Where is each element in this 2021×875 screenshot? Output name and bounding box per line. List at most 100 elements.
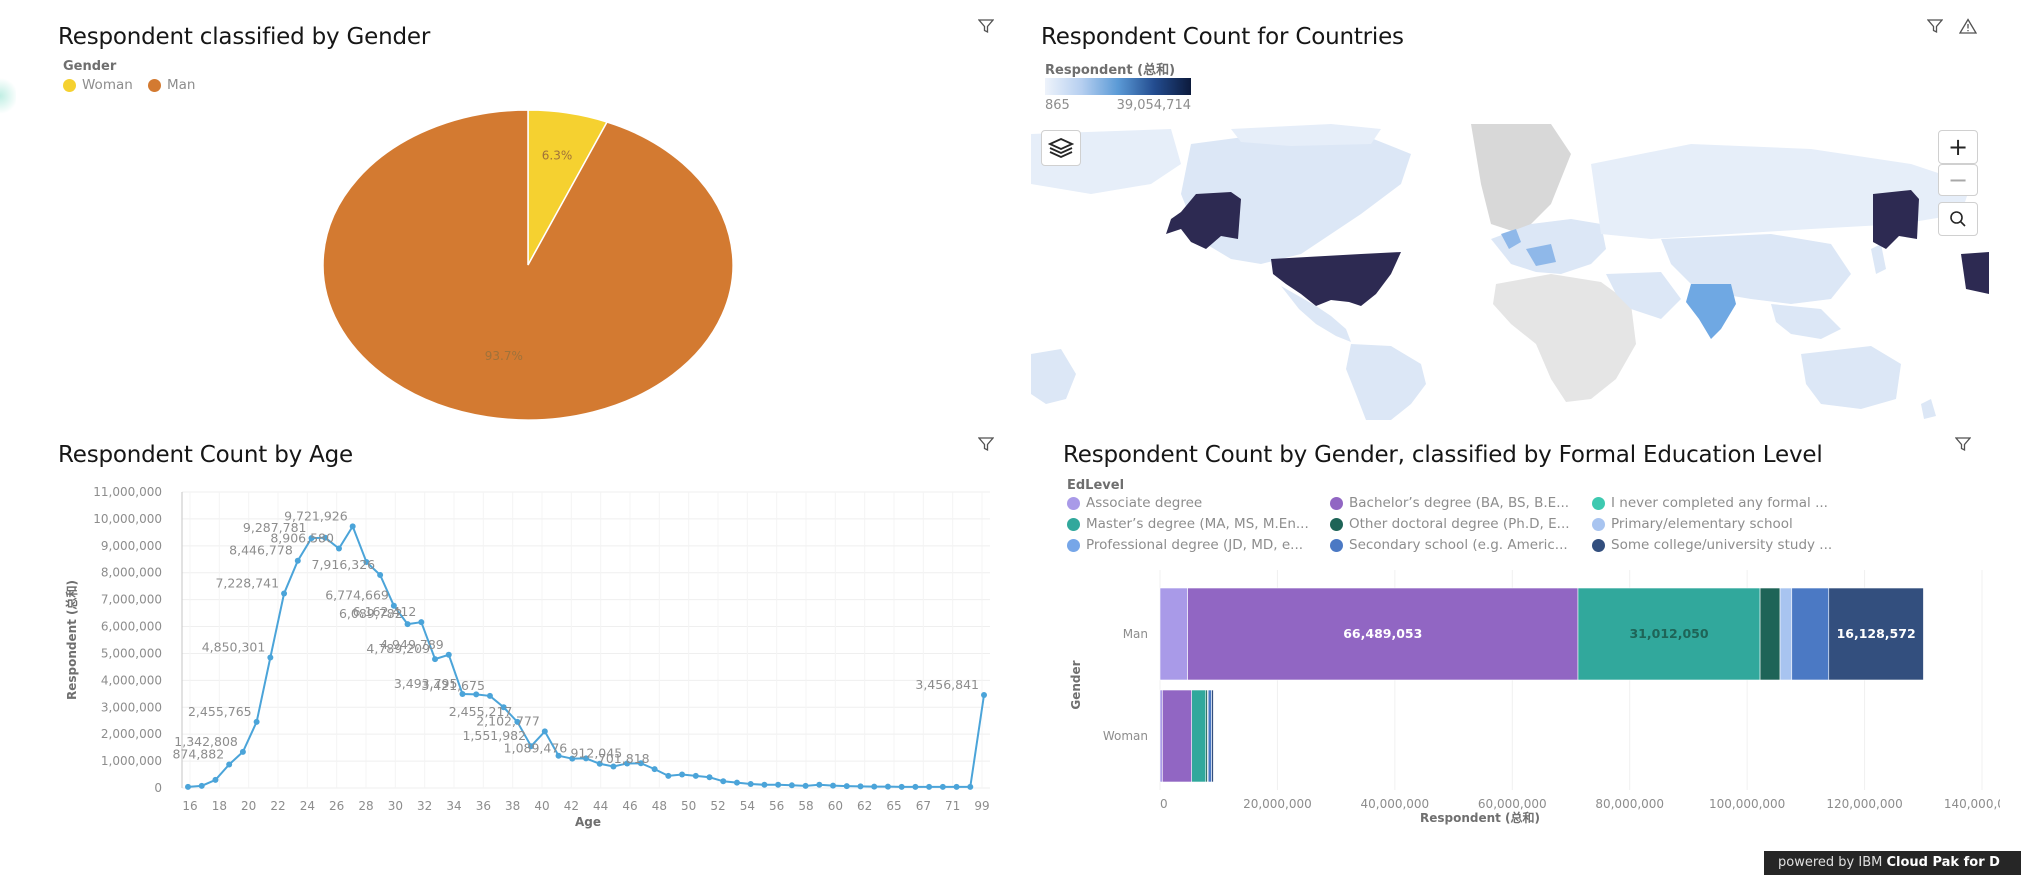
x-tick-label: 36 xyxy=(476,799,491,813)
legend-item-edlevel[interactable]: I never completed any formal ... xyxy=(1592,495,1828,511)
legend-item-edlevel[interactable]: Other doctoral degree (Ph.D, E... xyxy=(1330,516,1570,532)
age-data-point[interactable] xyxy=(830,782,837,789)
age-data-point[interactable] xyxy=(898,783,905,790)
age-data-point[interactable] xyxy=(926,783,933,790)
filter-icon[interactable] xyxy=(1954,436,1972,456)
age-data-point[interactable] xyxy=(226,761,233,768)
legend-swatch xyxy=(1067,517,1080,531)
footer-brand-product: Cloud Pak for D xyxy=(1886,855,2000,870)
filter-icon[interactable] xyxy=(977,18,995,38)
age-data-point[interactable] xyxy=(253,718,260,725)
age-data-point[interactable] xyxy=(967,783,974,790)
bar-segment[interactable] xyxy=(1779,587,1793,681)
age-data-point[interactable] xyxy=(706,774,713,781)
age-data-point[interactable] xyxy=(404,621,411,628)
age-data-point[interactable] xyxy=(377,571,384,578)
pie-slice-man[interactable] xyxy=(322,109,734,421)
age-data-point[interactable] xyxy=(816,781,823,788)
age-data-point[interactable] xyxy=(775,781,782,788)
bar-segment[interactable] xyxy=(1207,689,1212,783)
age-data-point[interactable] xyxy=(802,782,809,789)
gender-pie-title: Respondent classified by Gender xyxy=(58,24,431,50)
age-data-point[interactable] xyxy=(692,772,699,779)
age-data-label: 4,850,301 xyxy=(202,639,266,654)
legend-item-edlevel[interactable]: Associate degree xyxy=(1067,495,1202,511)
bar-segment[interactable] xyxy=(1162,689,1193,783)
age-data-point[interactable] xyxy=(747,780,754,787)
footer-brand-ibm: IBM xyxy=(1858,855,1887,870)
zoom-out-button[interactable]: − xyxy=(1938,164,1978,196)
layers-button[interactable] xyxy=(1041,130,1081,166)
legend-item-edlevel[interactable]: Secondary school (e.g. Americ... xyxy=(1330,537,1568,553)
age-data-label: 6,162,412 xyxy=(353,604,417,619)
legend-item-woman[interactable]: Woman xyxy=(63,77,133,93)
age-data-point[interactable] xyxy=(294,557,301,564)
legend-item-edlevel[interactable]: Professional degree (JD, MD, e... xyxy=(1067,537,1303,553)
y-axis-title: Gender xyxy=(1069,660,1083,709)
age-data-point[interactable] xyxy=(349,523,356,530)
legend-item-man[interactable]: Man xyxy=(148,77,195,93)
age-data-point[interactable] xyxy=(761,781,768,788)
bar-segment[interactable] xyxy=(1159,587,1188,681)
legend-swatch xyxy=(1592,538,1605,552)
side-handle[interactable] xyxy=(0,76,16,116)
x-tick-label: 40 xyxy=(534,799,549,813)
age-data-point[interactable] xyxy=(198,782,205,789)
age-data-point[interactable] xyxy=(445,651,452,658)
filter-icon[interactable] xyxy=(977,436,995,456)
age-data-point[interactable] xyxy=(418,619,425,626)
x-tick-label: 46 xyxy=(622,799,637,813)
filter-icon[interactable] xyxy=(1926,18,1944,38)
age-data-label: 2,102,777 xyxy=(476,713,540,728)
world-map[interactable]: + − xyxy=(1031,124,1989,420)
age-data-point[interactable] xyxy=(939,783,946,790)
age-data-point[interactable] xyxy=(239,748,246,755)
age-data-label: 1,342,808 xyxy=(174,734,238,749)
legend-label: Primary/elementary school xyxy=(1611,516,1793,532)
age-data-point[interactable] xyxy=(665,772,672,779)
age-data-point[interactable] xyxy=(212,776,219,783)
x-axis-title: Age xyxy=(575,815,601,829)
x-tick-label: 30 xyxy=(388,799,403,813)
age-data-point[interactable] xyxy=(651,766,658,773)
warning-icon[interactable] xyxy=(1958,18,1978,38)
age-data-point[interactable] xyxy=(871,783,878,790)
age-data-point[interactable] xyxy=(857,783,864,790)
legend-swatch xyxy=(1330,538,1343,552)
x-tick-label: 60 xyxy=(828,799,843,813)
age-data-point[interactable] xyxy=(843,783,850,790)
bar-segment[interactable] xyxy=(1759,587,1781,681)
bar-segment[interactable] xyxy=(1791,587,1830,681)
age-data-point[interactable] xyxy=(733,779,740,786)
age-data-label: 3,456,841 xyxy=(915,677,979,692)
age-data-point[interactable] xyxy=(884,783,891,790)
legend-item-edlevel[interactable]: Bachelor’s degree (BA, BS, B.E... xyxy=(1330,495,1569,511)
bar-segment[interactable] xyxy=(1159,689,1163,783)
age-data-point[interactable] xyxy=(267,654,274,661)
y-tick-label: 4,000,000 xyxy=(101,673,162,687)
map-search-button[interactable] xyxy=(1938,202,1978,236)
age-data-point[interactable] xyxy=(281,590,288,597)
legend-item-edlevel[interactable]: Some college/university study ... xyxy=(1592,537,1832,553)
map-scale-min: 865 xyxy=(1045,98,1070,113)
age-data-point[interactable] xyxy=(981,691,987,698)
age-data-point[interactable] xyxy=(679,771,686,778)
age-data-point[interactable] xyxy=(432,656,439,663)
age-data-point[interactable] xyxy=(788,782,795,789)
age-data-point[interactable] xyxy=(720,778,727,785)
edu-legend-title: EdLevel xyxy=(1067,478,1125,493)
age-data-point[interactable] xyxy=(335,545,342,552)
legend-item-edlevel[interactable]: Master’s degree (MA, MS, M.En... xyxy=(1067,516,1309,532)
age-data-point[interactable] xyxy=(912,783,919,790)
age-data-point[interactable] xyxy=(486,692,493,699)
bar-segment[interactable] xyxy=(1191,689,1207,783)
x-tick-label: 62 xyxy=(857,799,872,813)
map-scale-max: 39,054,714 xyxy=(1116,98,1191,113)
y-tick-label: 10,000,000 xyxy=(93,512,162,526)
bar-segment[interactable] xyxy=(1211,689,1214,783)
age-data-point[interactable] xyxy=(185,783,191,790)
age-data-point[interactable] xyxy=(953,783,960,790)
age-data-point[interactable] xyxy=(541,728,548,735)
legend-item-edlevel[interactable]: Primary/elementary school xyxy=(1592,516,1793,532)
zoom-in-button[interactable]: + xyxy=(1938,130,1978,164)
